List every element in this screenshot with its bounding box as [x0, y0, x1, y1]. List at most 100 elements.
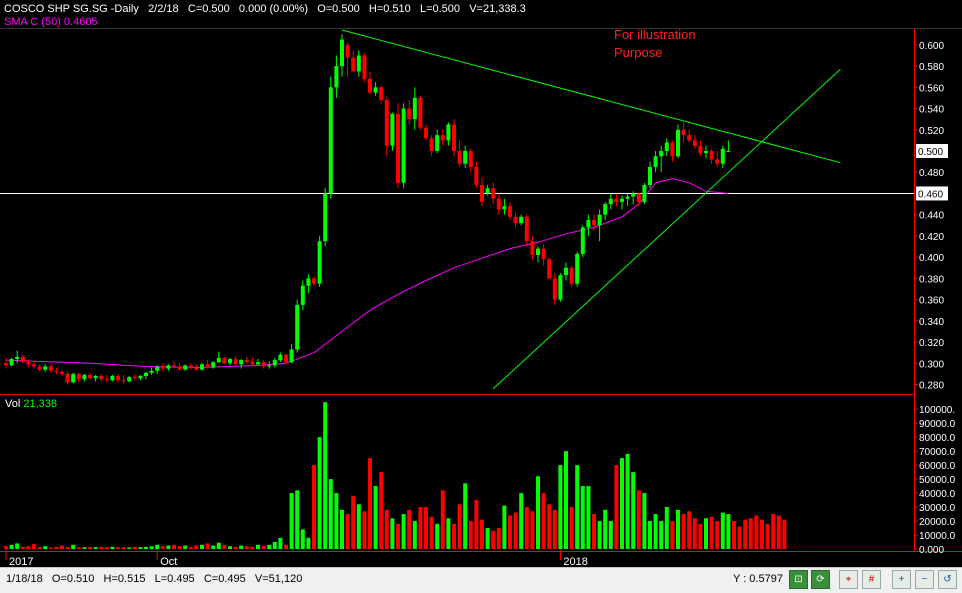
candle-body: [558, 275, 563, 300]
volume-bar: [519, 493, 524, 549]
volume-bar: [687, 511, 692, 549]
volume-bar: [384, 509, 389, 549]
volume-bar: [782, 519, 787, 549]
volume-bar: [160, 546, 165, 549]
volume-bar: [340, 509, 344, 549]
volume-bar: [166, 545, 171, 549]
candle-body: [351, 57, 356, 72]
candle-body: [334, 66, 339, 88]
volume-tick-label: 0.000: [919, 545, 944, 556]
candle-body: [530, 241, 535, 256]
volume-bar: [541, 493, 546, 549]
candle-body: [272, 360, 277, 366]
volume-bar: [104, 547, 109, 549]
volume-bar: [709, 516, 714, 549]
price-tick-label: 0.400: [919, 253, 944, 264]
candle-body: [709, 151, 714, 160]
volume-bar: [653, 514, 658, 549]
volume-bar: [261, 546, 266, 549]
reset-icon[interactable]: ↺: [938, 570, 957, 589]
volume-bar: [648, 521, 652, 549]
volume-bar: [429, 516, 434, 549]
candle-body: [687, 135, 692, 141]
volume-bar: [216, 542, 221, 549]
candle-body: [575, 253, 580, 284]
candle-body: [306, 278, 311, 286]
candle-body: [104, 379, 109, 381]
candle-body: [676, 129, 680, 157]
volume-bar: [440, 490, 445, 549]
candle-body: [502, 206, 507, 210]
candle-body: [155, 366, 160, 371]
volume-bar: [76, 547, 81, 549]
volume-bar: [592, 514, 596, 549]
volume-bar: [765, 523, 770, 549]
volume-bar: [306, 537, 311, 549]
candle-body: [519, 216, 524, 224]
candle-body: [323, 193, 328, 242]
price-volume-chart[interactable]: 0.600 0.580 0.560 0.540 0.520 0.500 0.480 0.460…: [0, 0, 962, 567]
refresh-icon[interactable]: ⟳: [811, 570, 830, 589]
volume-bar: [614, 465, 619, 549]
volume-bar: [177, 546, 182, 549]
candle-body: [345, 44, 350, 58]
volume-bar: [446, 518, 451, 549]
grid-icon[interactable]: #: [862, 570, 881, 589]
x-tick-label: 2017: [9, 556, 33, 567]
volume-bar: [93, 547, 98, 549]
candle-body: [71, 373, 76, 383]
candle-body: [205, 364, 210, 368]
candle-body: [9, 359, 14, 366]
candle-body: [614, 198, 619, 202]
candle-body: [160, 366, 165, 369]
candle-body: [340, 39, 344, 67]
candle-body: [256, 362, 260, 365]
candle-body: [88, 374, 92, 379]
volume-bar: [715, 521, 720, 549]
volume-bar: [737, 526, 742, 549]
volume-bar: [256, 544, 260, 549]
volume-bar: [300, 529, 305, 549]
zoom-fit-icon[interactable]: ⊡: [789, 570, 808, 589]
volume-bar: [20, 546, 25, 549]
support-price-tag: 0.460: [918, 189, 943, 200]
resistance-trendline: [341, 29, 841, 164]
candle-body: [541, 248, 546, 260]
volume-bar: [60, 545, 64, 549]
volume-bar: [491, 530, 496, 549]
price-tick-label: 0.600: [919, 41, 944, 52]
candle-body: [284, 354, 288, 363]
volume-bar: [625, 453, 630, 549]
volume-bar: [155, 544, 160, 549]
candle-body: [513, 216, 518, 224]
candle-body: [726, 151, 731, 152]
candle-body: [715, 159, 720, 164]
candle-body: [468, 151, 473, 167]
volume-bar: [676, 509, 680, 549]
volume-bar: [480, 519, 484, 549]
volume-bar: [362, 511, 367, 549]
candle-body: [121, 380, 126, 382]
volume-bar: [485, 528, 490, 549]
candle-body: [37, 366, 42, 370]
zoom-in-icon[interactable]: +: [892, 570, 911, 589]
volume-bar: [37, 546, 42, 549]
volume-bar: [144, 546, 148, 549]
candle-body: [547, 259, 552, 279]
zoom-out-icon[interactable]: −: [915, 570, 934, 589]
candle-body: [60, 371, 64, 374]
volume-bar: [748, 518, 753, 549]
crosshair-icon[interactable]: ⌖: [839, 570, 858, 589]
candle-body: [26, 362, 31, 365]
volume-bar: [132, 546, 137, 549]
candle-body: [642, 184, 647, 202]
candle-body: [491, 188, 496, 199]
candle-body: [149, 370, 154, 373]
candle-body: [435, 135, 440, 151]
volume-bar: [15, 543, 20, 549]
volume-bar: [698, 523, 703, 549]
candle-body: [401, 108, 406, 183]
candle-body: [222, 357, 227, 364]
volume-bar: [564, 451, 568, 549]
candle-body: [379, 87, 384, 101]
